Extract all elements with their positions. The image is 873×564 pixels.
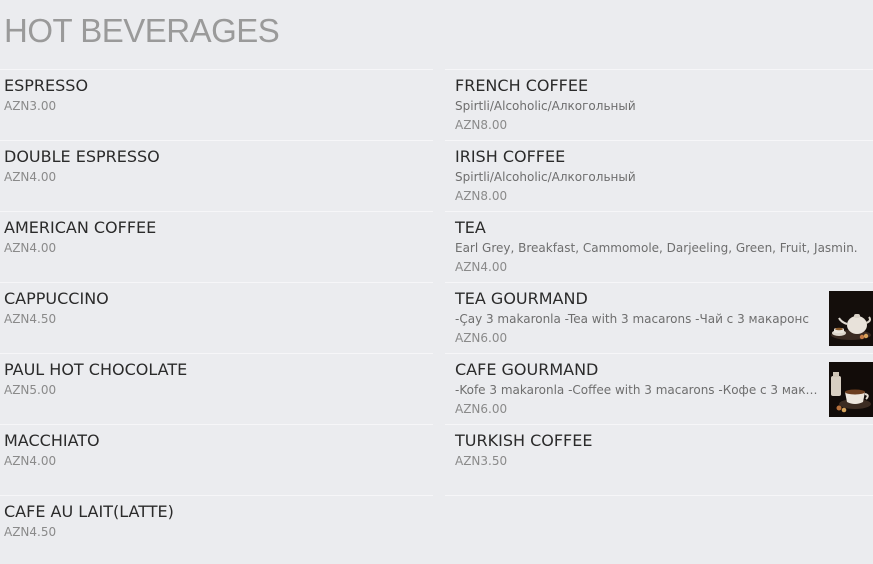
menu-item[interactable]: CAFE GOURMAND -Kofe 3 makaronla -Coffee … [445,353,873,424]
item-description: -Kofe 3 makaronla -Coffee with 3 macaron… [455,383,823,397]
menu-item[interactable]: AMERICAN COFFEE AZN4.00 [0,211,433,282]
menu-item[interactable]: IRISH COFFEE Spirtli/Alcoholic/Алкогольн… [445,140,873,211]
section-title: HOT BEVERAGES [4,12,280,49]
menu-page: HOT BEVERAGES ESPRESSO AZN3.00 DOUBLE ES… [0,0,873,564]
item-price: AZN4.50 [4,312,57,326]
item-name: DOUBLE ESPRESSO [4,147,160,166]
item-name: TEA [455,218,486,237]
item-description: Earl Grey, Breakfast, Cammomole, Darjeel… [455,241,858,255]
item-price: AZN4.00 [4,170,57,184]
menu-item-divider [445,495,873,496]
item-price: AZN3.50 [455,454,508,468]
menu-item[interactable]: TEA Earl Grey, Breakfast, Cammomole, Dar… [445,211,873,282]
item-name: TEA GOURMAND [455,289,588,308]
tea-set-photo[interactable] [829,291,873,346]
item-name: MACCHIATO [4,431,100,450]
item-name: TURKISH COFFEE [455,431,593,450]
item-name: CAPPUCCINO [4,289,109,308]
item-price: AZN4.50 [4,525,57,539]
item-name: AMERICAN COFFEE [4,218,157,237]
menu-column-right: FRENCH COFFEE Spirtli/Alcoholic/Алкоголь… [445,69,873,496]
menu-item[interactable]: CAFE AU LAIT(LATTE) AZN4.50 [0,495,433,564]
item-name: PAUL HOT CHOCOLATE [4,360,188,379]
item-price: AZN4.00 [455,260,508,274]
item-description: Spirtli/Alcoholic/Алкогольный [455,99,636,113]
menu-item[interactable]: PAUL HOT CHOCOLATE AZN5.00 [0,353,433,424]
menu-item[interactable]: DOUBLE ESPRESSO AZN4.00 [0,140,433,211]
menu-item[interactable]: FRENCH COFFEE Spirtli/Alcoholic/Алкоголь… [445,69,873,140]
item-description: Spirtli/Alcoholic/Алкогольный [455,170,636,184]
menu-item[interactable]: MACCHIATO AZN4.00 [0,424,433,495]
item-price: AZN4.00 [4,241,57,255]
item-name: CAFE GOURMAND [455,360,599,379]
menu-item[interactable]: TEA GOURMAND -Çay 3 makaronla -Tea with … [445,282,873,353]
item-price: AZN5.00 [4,383,57,397]
tea-set-photo-graphic [829,291,873,346]
item-price: AZN6.00 [455,331,508,345]
menu-item[interactable]: CAPPUCCINO AZN4.50 [0,282,433,353]
coffee-cup-photo[interactable] [829,362,873,417]
item-name: FRENCH COFFEE [455,76,589,95]
item-name: CAFE AU LAIT(LATTE) [4,502,174,521]
menu-item[interactable]: ESPRESSO AZN3.00 [0,69,433,140]
item-description: -Çay 3 makaronla -Tea with 3 macarons -Ч… [455,312,809,326]
item-name: IRISH COFFEE [455,147,566,166]
coffee-cup-photo-graphic [829,362,873,417]
menu-column-left: ESPRESSO AZN3.00 DOUBLE ESPRESSO AZN4.00… [0,69,433,564]
item-price: AZN6.00 [455,402,508,416]
item-price: AZN3.00 [4,99,57,113]
item-price: AZN8.00 [455,118,508,132]
item-name: ESPRESSO [4,76,89,95]
menu-item[interactable]: TURKISH COFFEE AZN3.50 [445,424,873,495]
item-price: AZN8.00 [455,189,508,203]
item-price: AZN4.00 [4,454,57,468]
